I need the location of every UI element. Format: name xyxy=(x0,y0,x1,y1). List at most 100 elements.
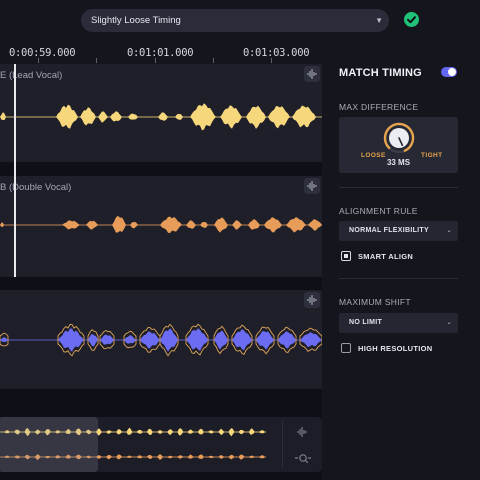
waveform-segment xyxy=(278,331,296,349)
aligned-waveform xyxy=(0,323,322,357)
check-circle-icon xyxy=(404,12,419,27)
divider xyxy=(339,278,458,279)
tick-mark xyxy=(271,58,272,63)
chevron-down-icon: ⌄ xyxy=(446,320,452,326)
track-double-vocal[interactable]: B (Double Vocal) xyxy=(0,176,322,277)
waveform-segment xyxy=(128,113,138,120)
waveform-segment xyxy=(286,217,306,233)
waveform-segment xyxy=(62,220,80,230)
waveform-segment xyxy=(308,219,322,231)
waveform-segment xyxy=(300,332,322,348)
smart-align-label: SMART ALIGN xyxy=(358,252,414,261)
track-divider xyxy=(0,162,322,164)
waveform-segment xyxy=(110,111,122,122)
preset-dropdown[interactable]: Slightly Loose Timing ▼ xyxy=(81,9,389,32)
waveform-segment xyxy=(186,220,196,229)
waveform-segment xyxy=(158,112,168,121)
timecode-label: 0:01:01.000 xyxy=(127,47,194,59)
section-label: MAX DIFFERENCE xyxy=(339,102,419,112)
waveform-segment xyxy=(88,333,98,347)
waveform-segment xyxy=(268,106,290,129)
waveform-segment xyxy=(197,454,204,459)
waveform-segment xyxy=(157,430,163,434)
waveform-segment xyxy=(187,454,194,459)
checkbox-unchecked-icon[interactable] xyxy=(341,343,351,353)
timecode-label: 0:01:03.000 xyxy=(243,47,310,59)
max-difference-control: LOOSE TIGHT 33 MS xyxy=(339,117,458,173)
waveform-segment xyxy=(0,337,8,342)
waveform-segment xyxy=(248,428,255,435)
waveform-segment xyxy=(98,111,108,123)
waveform-segment xyxy=(100,334,114,345)
waveform-segment xyxy=(259,430,265,434)
waveform-segment xyxy=(238,429,245,435)
tick-mark xyxy=(213,58,214,63)
waveform-view-icon[interactable] xyxy=(296,425,310,443)
overview-viewport-handle[interactable] xyxy=(0,417,98,472)
top-bar: Slightly Loose Timing ▼ xyxy=(0,0,480,40)
waveform-segment xyxy=(220,105,242,129)
divider xyxy=(339,187,458,188)
waveform-segment xyxy=(106,455,112,460)
waveform-segment xyxy=(238,454,245,460)
chevron-down-icon: ⌄ xyxy=(446,228,452,234)
waveform-segment xyxy=(106,430,112,434)
waveform-segment xyxy=(136,455,143,459)
waveform-segment xyxy=(177,428,184,436)
waveform-segment xyxy=(0,112,6,121)
waveform-segment xyxy=(248,219,260,230)
waveform-segment xyxy=(157,454,163,460)
waveform-segment xyxy=(208,455,214,459)
waveform-segment xyxy=(86,220,98,230)
waveform-segment xyxy=(124,335,136,344)
tick-mark xyxy=(38,58,39,63)
waveform-segment xyxy=(200,221,208,228)
max-difference-knob[interactable] xyxy=(381,120,417,156)
waveform-segment xyxy=(175,113,183,120)
track-lead-vocal[interactable]: E (Lead Vocal) xyxy=(0,64,322,162)
section-label: MAXIMUM SHIFT xyxy=(339,297,411,307)
timeline-ruler[interactable]: 0:00:59.000 0:01:01.000 0:01:03.000 xyxy=(0,40,322,64)
overview-navigator[interactable] xyxy=(0,417,322,472)
zoom-icon[interactable] xyxy=(294,451,312,469)
match-timing-panel: MATCH TIMING MAX DIFFERENCE LOOSE TIGHT … xyxy=(322,40,480,480)
match-timing-toggle[interactable] xyxy=(441,67,457,77)
waveform-segment xyxy=(146,454,153,460)
section-label: ALIGNMENT RULE xyxy=(339,206,418,216)
waveform-segment xyxy=(126,455,133,458)
waveform-segment xyxy=(126,427,133,435)
waveform-segment xyxy=(218,455,225,459)
waveform-segment xyxy=(228,428,235,437)
waveform-segment xyxy=(0,222,4,227)
waveform-segment xyxy=(208,430,214,434)
waveform-segment xyxy=(292,105,316,128)
playhead[interactable] xyxy=(14,64,16,277)
maximum-shift-select[interactable]: NO LIMIT ⌄ xyxy=(339,313,458,333)
tick-mark xyxy=(155,58,156,63)
waveform-segment xyxy=(197,428,204,435)
tick-mark xyxy=(96,58,97,63)
waveform-segment xyxy=(56,104,78,129)
waveform-segment xyxy=(116,429,123,435)
double-vocal-waveform xyxy=(0,215,322,234)
checkbox-checked-icon[interactable] xyxy=(341,251,351,261)
waveform-segment xyxy=(160,216,182,234)
waveform-segment xyxy=(259,455,265,459)
waveform-segment xyxy=(248,455,255,459)
waveform-segment xyxy=(80,107,96,126)
track-aligned-result[interactable] xyxy=(0,290,322,389)
waveform-segment xyxy=(228,454,235,460)
waveform-segment xyxy=(167,429,174,436)
waveform-segment xyxy=(146,428,153,436)
alignment-rule-value: NORMAL FLEXIBILITY xyxy=(349,227,429,234)
waveform-segment xyxy=(140,331,160,349)
timecode-label: 0:00:59.000 xyxy=(9,47,76,59)
waveform-segment xyxy=(136,429,143,434)
waveform-segment xyxy=(218,428,225,436)
alignment-rule-select[interactable]: NORMAL FLEXIBILITY ⌄ xyxy=(339,221,458,241)
lead-vocal-waveform xyxy=(0,103,322,131)
waveform-segment xyxy=(187,429,194,434)
max-difference-value: 33 MS xyxy=(386,158,411,167)
high-resolution-label: HIGH RESOLUTION xyxy=(358,344,433,353)
preset-label: Slightly Loose Timing xyxy=(91,15,181,26)
